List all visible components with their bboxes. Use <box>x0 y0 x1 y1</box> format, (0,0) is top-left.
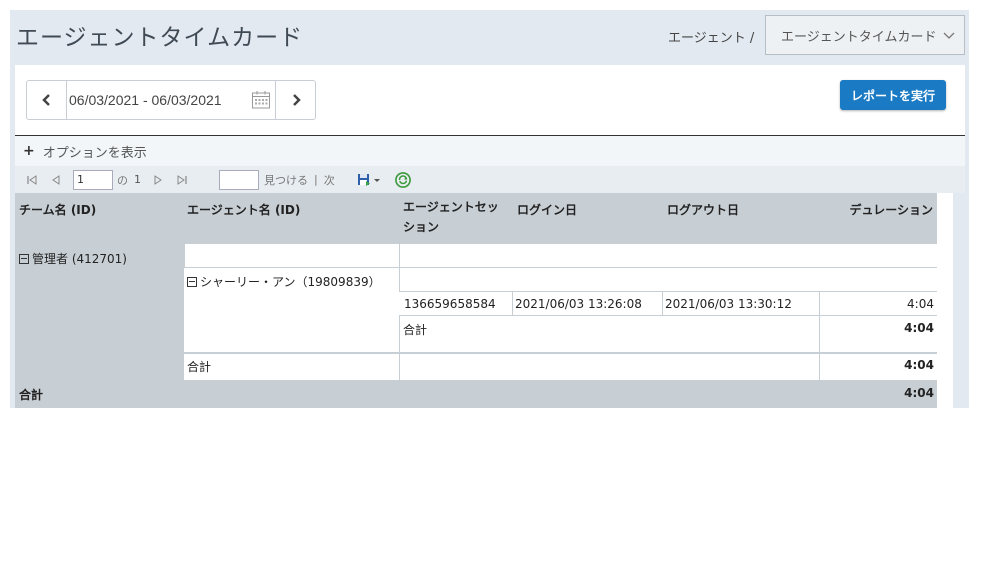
column-header-agent: エージェント名 (ID) <box>187 203 301 217</box>
page-title: エージェントタイムカード <box>16 25 304 51</box>
show-options-toggle[interactable]: + オプションを表示 <box>15 136 965 166</box>
column-header-logout: ログアウト日 <box>667 203 740 217</box>
agent-subtotal-value: 4:04 <box>904 321 934 335</box>
collapse-icon[interactable] <box>187 277 197 287</box>
column-header-session: エージェントセッション <box>403 200 499 234</box>
find-next-link[interactable]: 次 <box>324 172 335 188</box>
team-name: 管理者 (412701) <box>32 252 127 266</box>
export-save-icon[interactable] <box>357 173 371 187</box>
grand-total-value: 4:04 <box>904 386 934 400</box>
row-divider <box>184 352 937 354</box>
column-header-team: チーム名 (ID) <box>19 203 97 217</box>
first-page-icon[interactable] <box>25 173 39 187</box>
session-duration: 4:04 <box>907 297 934 311</box>
page-of-label: の <box>117 173 128 187</box>
page-number-input[interactable] <box>73 169 113 190</box>
agent-group-label[interactable]: シャーリー・アン（19809839） <box>187 273 381 290</box>
previous-page-icon[interactable] <box>49 173 63 187</box>
team-group-row[interactable]: 管理者 (412701) <box>19 250 127 267</box>
team-subtotal-value: 4:04 <box>904 358 934 372</box>
timecard-report-table: チーム名 (ID) エージェント名 (ID) エージェントセッション ログイン日… <box>15 193 953 408</box>
export-dropdown-icon[interactable] <box>373 173 381 187</box>
last-page-icon[interactable] <box>175 173 189 187</box>
show-options-label: オプションを表示 <box>42 145 147 161</box>
previous-date-button[interactable] <box>27 81 67 119</box>
plus-icon: + <box>23 143 35 159</box>
column-divider <box>662 291 663 315</box>
find-link[interactable]: 見つける <box>264 172 308 188</box>
report-toolbar: 06/03/2021 - 06/03/2021 レポートを実行 <box>15 65 965 135</box>
next-page-icon[interactable] <box>151 173 165 187</box>
grand-total-label: 合計 <box>19 388 44 402</box>
breadcrumb[interactable]: エージェント / <box>668 27 754 46</box>
calendar-icon[interactable] <box>251 90 271 110</box>
chevron-left-icon <box>41 94 50 106</box>
team-spacer-row <box>184 243 937 267</box>
next-date-button[interactable] <box>275 81 315 119</box>
agent-name: シャーリー・アン（19809839） <box>200 275 381 289</box>
chevron-down-icon <box>943 32 955 39</box>
report-selector-value: エージェントタイムカード <box>781 29 937 45</box>
session-login: 2021/06/03 13:26:08 <box>515 297 642 311</box>
find-input[interactable] <box>219 169 259 190</box>
total-pages: 1 <box>134 173 141 186</box>
date-range-field[interactable]: 06/03/2021 - 06/03/2021 <box>67 81 275 119</box>
refresh-icon[interactable] <box>394 171 411 188</box>
agent-subtotal-label: 合計 <box>403 323 428 337</box>
report-frame: エージェントタイムカード エージェント / エージェントタイムカード 06/03… <box>10 10 969 408</box>
report-pager: の 1 見つける | 次 <box>15 166 965 193</box>
session-logout: 2021/06/03 13:30:12 <box>665 297 792 311</box>
run-report-button[interactable]: レポートを実行 <box>840 80 946 110</box>
pager-separator: | <box>314 173 318 186</box>
team-subtotal-label: 合計 <box>187 360 212 374</box>
column-header-duration: デュレーション <box>849 203 933 217</box>
collapse-icon[interactable] <box>19 254 29 264</box>
report-selector[interactable]: エージェントタイムカード <box>765 15 965 55</box>
chevron-right-icon <box>292 94 301 106</box>
date-range-picker: 06/03/2021 - 06/03/2021 <box>26 80 316 120</box>
column-divider <box>512 291 513 315</box>
grand-total-row <box>15 380 937 408</box>
column-header-login: ログイン日 <box>517 203 578 217</box>
date-range-value: 06/03/2021 - 06/03/2021 <box>69 92 222 108</box>
session-id: 136659658584 <box>404 297 496 311</box>
scrollbar-gutter[interactable] <box>937 193 953 408</box>
row-divider <box>399 315 937 316</box>
